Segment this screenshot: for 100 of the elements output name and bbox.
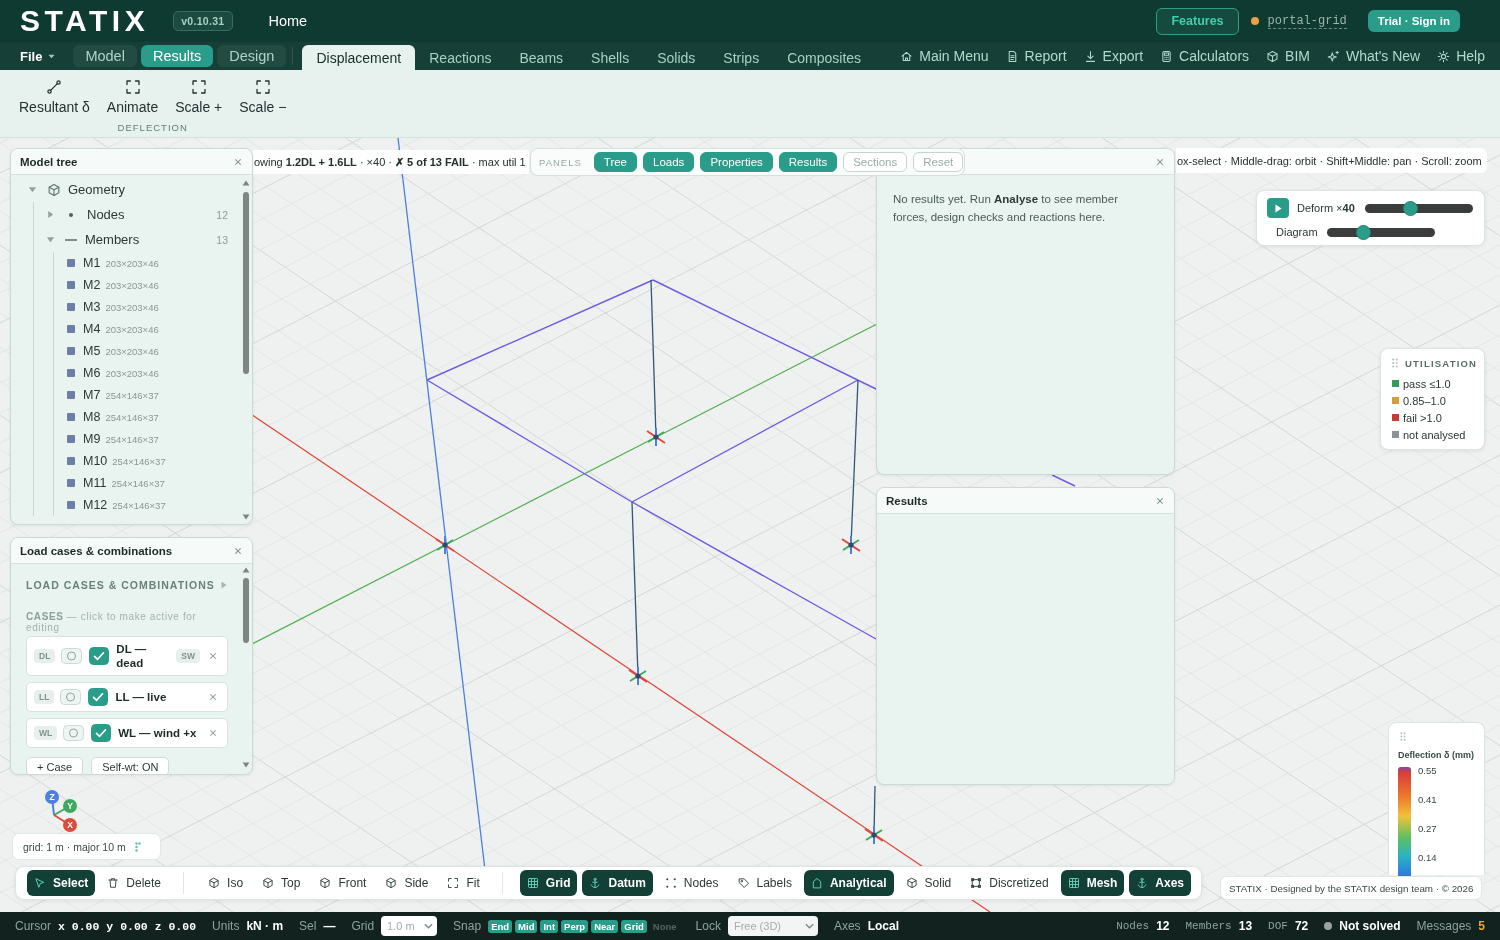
checkbox[interactable] (89, 647, 110, 665)
remove-icon[interactable] (209, 729, 217, 737)
radio-button[interactable] (61, 648, 83, 664)
mode-tab[interactable]: Model (73, 45, 137, 67)
add-case-button[interactable]: + Case (26, 757, 84, 774)
slider-thumb[interactable] (1403, 200, 1419, 216)
tree-item[interactable]: Members 13 (34, 227, 240, 252)
tree-item[interactable]: M9 254×146×37 (54, 428, 240, 450)
caret-icon[interactable] (46, 235, 55, 244)
ribbon-button[interactable]: Resultant δ (19, 79, 90, 115)
checkbox[interactable] (88, 688, 109, 706)
scroll-down-icon[interactable] (242, 762, 250, 768)
tree-item[interactable]: M7 254×146×37 (54, 384, 240, 406)
slider-track[interactable] (1326, 224, 1435, 240)
project-name[interactable]: portal-grid (1267, 13, 1347, 29)
tree-item[interactable]: M5 203×203×46 (54, 340, 240, 362)
ribbon-button[interactable]: Animate (106, 79, 159, 115)
drag-handle-icon[interactable] (135, 841, 141, 852)
file-menu[interactable]: File (20, 42, 56, 70)
radio-button[interactable] (63, 725, 85, 741)
scroll-up-icon[interactable] (242, 567, 250, 573)
view-tab[interactable]: Displacement (302, 45, 416, 70)
menu-link[interactable]: Calculators (1160, 48, 1250, 64)
support-icon[interactable] (841, 535, 861, 555)
view-tab[interactable]: Composites (773, 45, 876, 70)
tool-button[interactable]: Top (255, 870, 308, 896)
close-icon[interactable] (1156, 496, 1164, 505)
beam-line[interactable] (1051, 474, 1076, 487)
scrollbar-thumb[interactable] (243, 192, 249, 374)
load-case-row[interactable]: WL WL — wind +x (26, 718, 228, 748)
scrollbar-thumb[interactable] (243, 578, 249, 643)
tool-button[interactable]: Labels (730, 870, 799, 896)
drag-handle-icon[interactable] (1392, 358, 1398, 368)
ribbon-button[interactable]: Scale + (175, 79, 223, 115)
caret-icon[interactable] (28, 185, 37, 194)
view-tab[interactable]: Strips (709, 45, 774, 70)
tool-button[interactable]: Discretized (963, 870, 1056, 896)
mode-tab[interactable]: Design (217, 45, 287, 67)
menu-link[interactable]: Report (1005, 48, 1067, 64)
drag-handle-icon[interactable] (1400, 732, 1406, 741)
checkbox[interactable] (91, 724, 112, 742)
slider-thumb[interactable] (1356, 224, 1372, 240)
tool-button[interactable]: Datum (582, 870, 653, 896)
tree-item[interactable]: M12 254×146×37 (54, 494, 240, 516)
close-icon[interactable] (234, 546, 242, 555)
tree-item[interactable]: M10 254×146×37 (54, 450, 240, 472)
tool-button[interactable]: Fit (440, 870, 487, 896)
menu-link[interactable]: BIM (1266, 48, 1310, 64)
message-count[interactable]: 5 (1478, 919, 1485, 933)
slider-track[interactable] (1365, 200, 1473, 216)
menu-link[interactable]: Main Menu (900, 48, 989, 64)
tool-button[interactable]: Axes (1129, 870, 1191, 896)
tree-item[interactable]: M11 254×146×37 (54, 472, 240, 494)
menu-link[interactable]: Export (1083, 48, 1144, 64)
tree-item[interactable]: M2 203×203×46 (54, 274, 240, 296)
3d-viewport[interactable] (0, 138, 1500, 912)
tool-button[interactable]: Front (312, 870, 374, 896)
ribbon-button[interactable]: Scale − (239, 79, 287, 115)
menu-link[interactable]: What's New (1326, 48, 1421, 64)
radio-button[interactable] (60, 689, 82, 705)
caret-icon[interactable] (46, 210, 55, 219)
scroll-up-icon[interactable] (242, 180, 250, 186)
tree-item[interactable]: Nodes 12 (34, 202, 240, 227)
support-icon[interactable] (435, 535, 455, 555)
tool-button[interactable]: Grid (519, 870, 578, 896)
tool-button[interactable]: Side (378, 870, 436, 896)
load-case-row[interactable]: LL LL — live (26, 682, 228, 712)
tree-item[interactable]: M8 254×146×37 (54, 406, 240, 428)
support-icon[interactable] (864, 825, 884, 845)
tool-button[interactable]: Mesh (1060, 870, 1125, 896)
tool-button[interactable]: Iso (201, 870, 251, 896)
remove-icon[interactable] (209, 693, 217, 701)
tool-button[interactable]: Analytical (803, 870, 894, 896)
load-case-row[interactable]: DL DL — dead SW (26, 636, 228, 676)
view-tab[interactable]: Reactions (415, 45, 506, 70)
tool-button[interactable]: Nodes (657, 870, 726, 896)
close-icon[interactable] (1156, 157, 1164, 166)
view-tab[interactable]: Solids (643, 45, 710, 70)
scroll-down-icon[interactable] (242, 514, 250, 520)
tree-item[interactable]: M6 203×203×46 (54, 362, 240, 384)
self-weight-button[interactable]: Self-wt: ON (91, 757, 170, 774)
support-icon[interactable] (646, 427, 666, 447)
tree-item[interactable]: Geometry (11, 177, 240, 202)
tool-button[interactable]: Solid (898, 870, 959, 896)
tree-item[interactable]: M4 203×203×46 (54, 318, 240, 340)
tree-item[interactable]: M1 203×203×46 (54, 252, 240, 274)
view-tab[interactable]: Shells (577, 45, 644, 70)
features-button[interactable]: Features (1156, 7, 1239, 35)
support-icon[interactable] (628, 666, 648, 686)
section-toggle[interactable]: LOAD CASES & COMBINATIONS (26, 577, 227, 593)
menu-link[interactable]: Help (1437, 48, 1485, 64)
home-link[interactable]: Home (268, 13, 308, 29)
close-icon[interactable] (234, 157, 242, 166)
remove-icon[interactable] (209, 652, 217, 660)
play-button[interactable] (1267, 198, 1289, 218)
tool-button[interactable]: Delete (100, 870, 169, 896)
status-label[interactable]: Messages (1416, 919, 1472, 933)
tool-button[interactable]: Select (27, 870, 96, 896)
tree-item[interactable]: M3 203×203×46 (54, 296, 240, 318)
view-tab[interactable]: Beams (505, 45, 578, 70)
